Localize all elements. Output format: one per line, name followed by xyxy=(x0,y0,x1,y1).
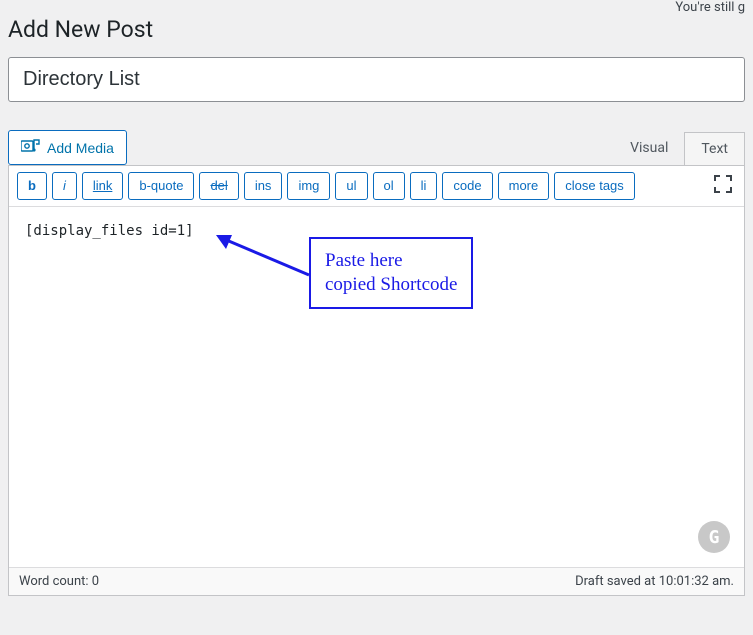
arrow-icon xyxy=(214,233,314,283)
word-count-value: 0 xyxy=(92,574,99,589)
draft-saved-status: Draft saved at 10:01:32 am. xyxy=(575,574,734,589)
quicktag-ol-button[interactable]: ol xyxy=(373,172,405,200)
fullscreen-toggle-button[interactable] xyxy=(710,173,736,199)
camera-music-icon xyxy=(21,137,41,158)
add-media-label: Add Media xyxy=(47,140,114,156)
quicktag-link-button[interactable]: link xyxy=(82,172,124,200)
quicktag-bold-button[interactable]: b xyxy=(17,172,47,200)
editor-status-bar: Word count: 0 Draft saved at 10:01:32 am… xyxy=(9,567,744,595)
annotation-callout: Paste here copied Shortcode xyxy=(309,237,473,309)
post-title-input[interactable] xyxy=(8,57,745,102)
quicktag-img-button[interactable]: img xyxy=(287,172,330,200)
quicktag-italic-button[interactable]: i xyxy=(52,172,77,200)
tab-visual[interactable]: Visual xyxy=(614,132,684,165)
page-title: Add New Post xyxy=(8,16,745,43)
quicktag-blockquote-button[interactable]: b-quote xyxy=(128,172,194,200)
quicktag-code-button[interactable]: code xyxy=(442,172,492,200)
annotation-line-1: Paste here xyxy=(325,249,457,273)
annotation-line-2: copied Shortcode xyxy=(325,273,457,297)
quicktag-ul-button[interactable]: ul xyxy=(335,172,367,200)
add-media-button[interactable]: Add Media xyxy=(8,130,127,165)
editor-container: b i link b-quote del ins img ul ol li co… xyxy=(8,165,745,596)
post-content-textarea[interactable]: [display_files id=1] Paste here copied S… xyxy=(9,207,744,567)
quicktag-li-button[interactable]: li xyxy=(410,172,438,200)
editor-mode-tabs: Visual Text xyxy=(614,132,745,165)
quicktags-toolbar: b i link b-quote del ins img ul ol li co… xyxy=(9,166,744,207)
post-content-text: [display_files id=1] xyxy=(25,223,194,239)
quicktag-del-button[interactable]: del xyxy=(199,172,238,200)
quicktag-ins-button[interactable]: ins xyxy=(244,172,283,200)
quicktag-more-button[interactable]: more xyxy=(498,172,550,200)
word-count-label: Word count: xyxy=(19,574,92,589)
tab-text[interactable]: Text xyxy=(684,132,745,165)
word-count: Word count: 0 xyxy=(19,574,99,589)
grammarly-icon[interactable]: G xyxy=(698,521,730,553)
top-notice-fragment: You're still g xyxy=(675,0,745,15)
quicktag-closetags-button[interactable]: close tags xyxy=(554,172,635,200)
fullscreen-icon xyxy=(714,175,732,197)
